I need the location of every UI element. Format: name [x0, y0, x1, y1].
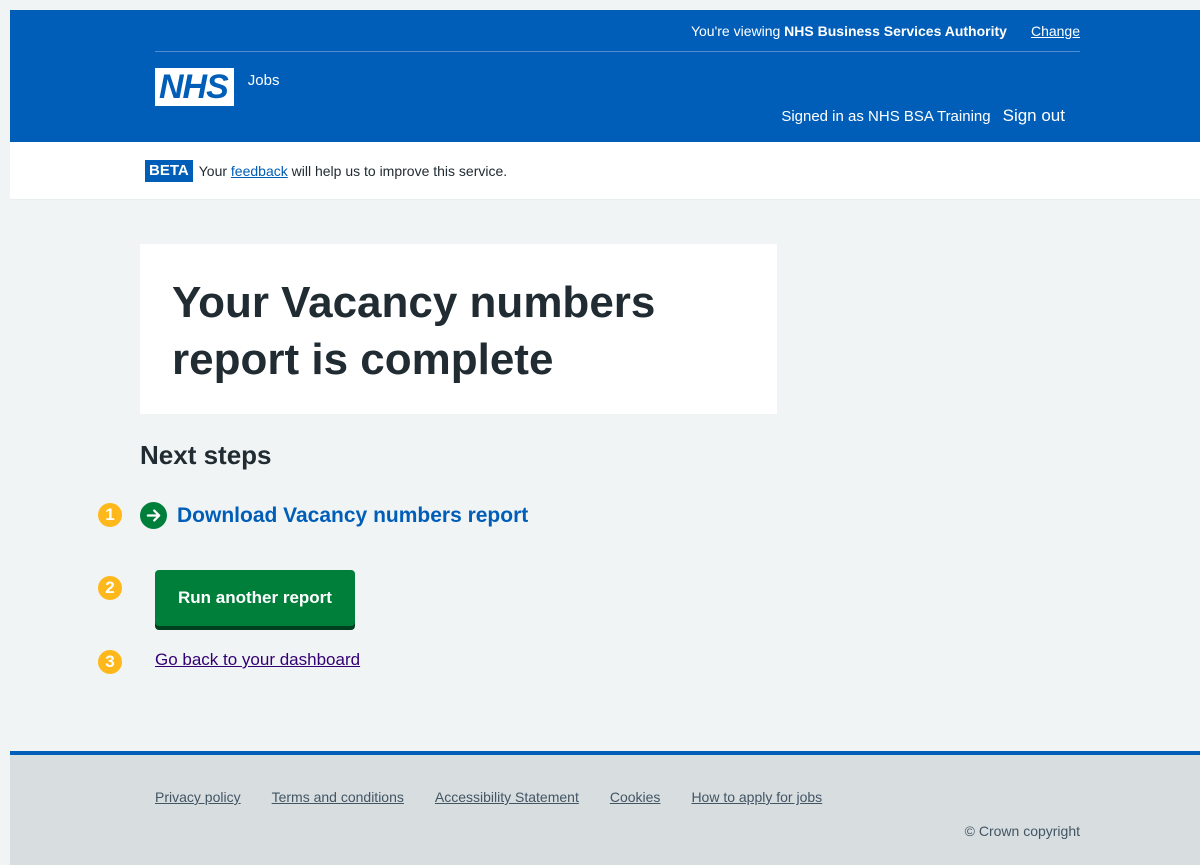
annotation-marker-3: 3	[98, 650, 122, 674]
footer-link-privacy-policy[interactable]: Privacy policy	[155, 789, 241, 805]
beta-text-before: Your	[198, 162, 228, 179]
download-action: Download Vacancy numbers report	[140, 502, 528, 529]
logo-row: NHS Jobs	[155, 68, 279, 106]
footer-links: Privacy policy Terms and conditions Acce…	[155, 789, 853, 805]
page-frame: You're viewing NHS Business Services Aut…	[10, 10, 1200, 865]
site-header: You're viewing NHS Business Services Aut…	[10, 10, 1200, 142]
dashboard-link[interactable]: Go back to your dashboard	[155, 650, 360, 670]
next-steps-heading: Next steps	[140, 440, 272, 470]
run-another-report-button[interactable]: Run another report	[155, 570, 355, 626]
page-title: Your Vacancy numbers report is complete	[172, 278, 656, 384]
viewing-organisation-text: You're viewing NHS Business Services Aut…	[690, 22, 1007, 39]
footer-link-cookies[interactable]: Cookies	[610, 789, 661, 805]
annotation-marker-2: 2	[98, 576, 122, 600]
sign-out-link[interactable]: Sign out	[1003, 106, 1065, 126]
download-report-link[interactable]: Download Vacancy numbers report	[177, 504, 528, 528]
arrow-right-circle-icon	[140, 502, 167, 529]
annotation-marker-1: 1	[98, 503, 122, 527]
footer-link-how-to-apply[interactable]: How to apply for jobs	[691, 789, 822, 805]
nhs-logo[interactable]: NHS	[155, 68, 234, 106]
main-content: Your Vacancy numbers report is complete …	[10, 200, 1200, 743]
organisation-bar: You're viewing NHS Business Services Aut…	[155, 10, 1080, 52]
beta-tag: BETA	[145, 159, 193, 182]
change-organisation-link[interactable]: Change	[1031, 23, 1080, 39]
signed-in-text: Signed in as NHS BSA Training	[781, 107, 991, 125]
site-footer: Privacy policy Terms and conditions Acce…	[10, 751, 1200, 865]
account-area: Signed in as NHS BSA Training Sign out	[781, 106, 1065, 126]
organisation-name: NHS Business Services Authority	[784, 22, 1007, 39]
confirmation-panel: Your Vacancy numbers report is complete	[140, 244, 777, 414]
beta-banner: BETA Your feedback will help us to impro…	[10, 142, 1200, 200]
feedback-link[interactable]: feedback	[231, 163, 288, 179]
copyright-text: © Crown copyright	[964, 823, 1080, 839]
footer-link-accessibility[interactable]: Accessibility Statement	[435, 789, 579, 805]
beta-text-after: will help us to improve this service.	[291, 162, 508, 179]
footer-link-terms[interactable]: Terms and conditions	[272, 789, 404, 805]
service-name: Jobs	[247, 72, 280, 89]
